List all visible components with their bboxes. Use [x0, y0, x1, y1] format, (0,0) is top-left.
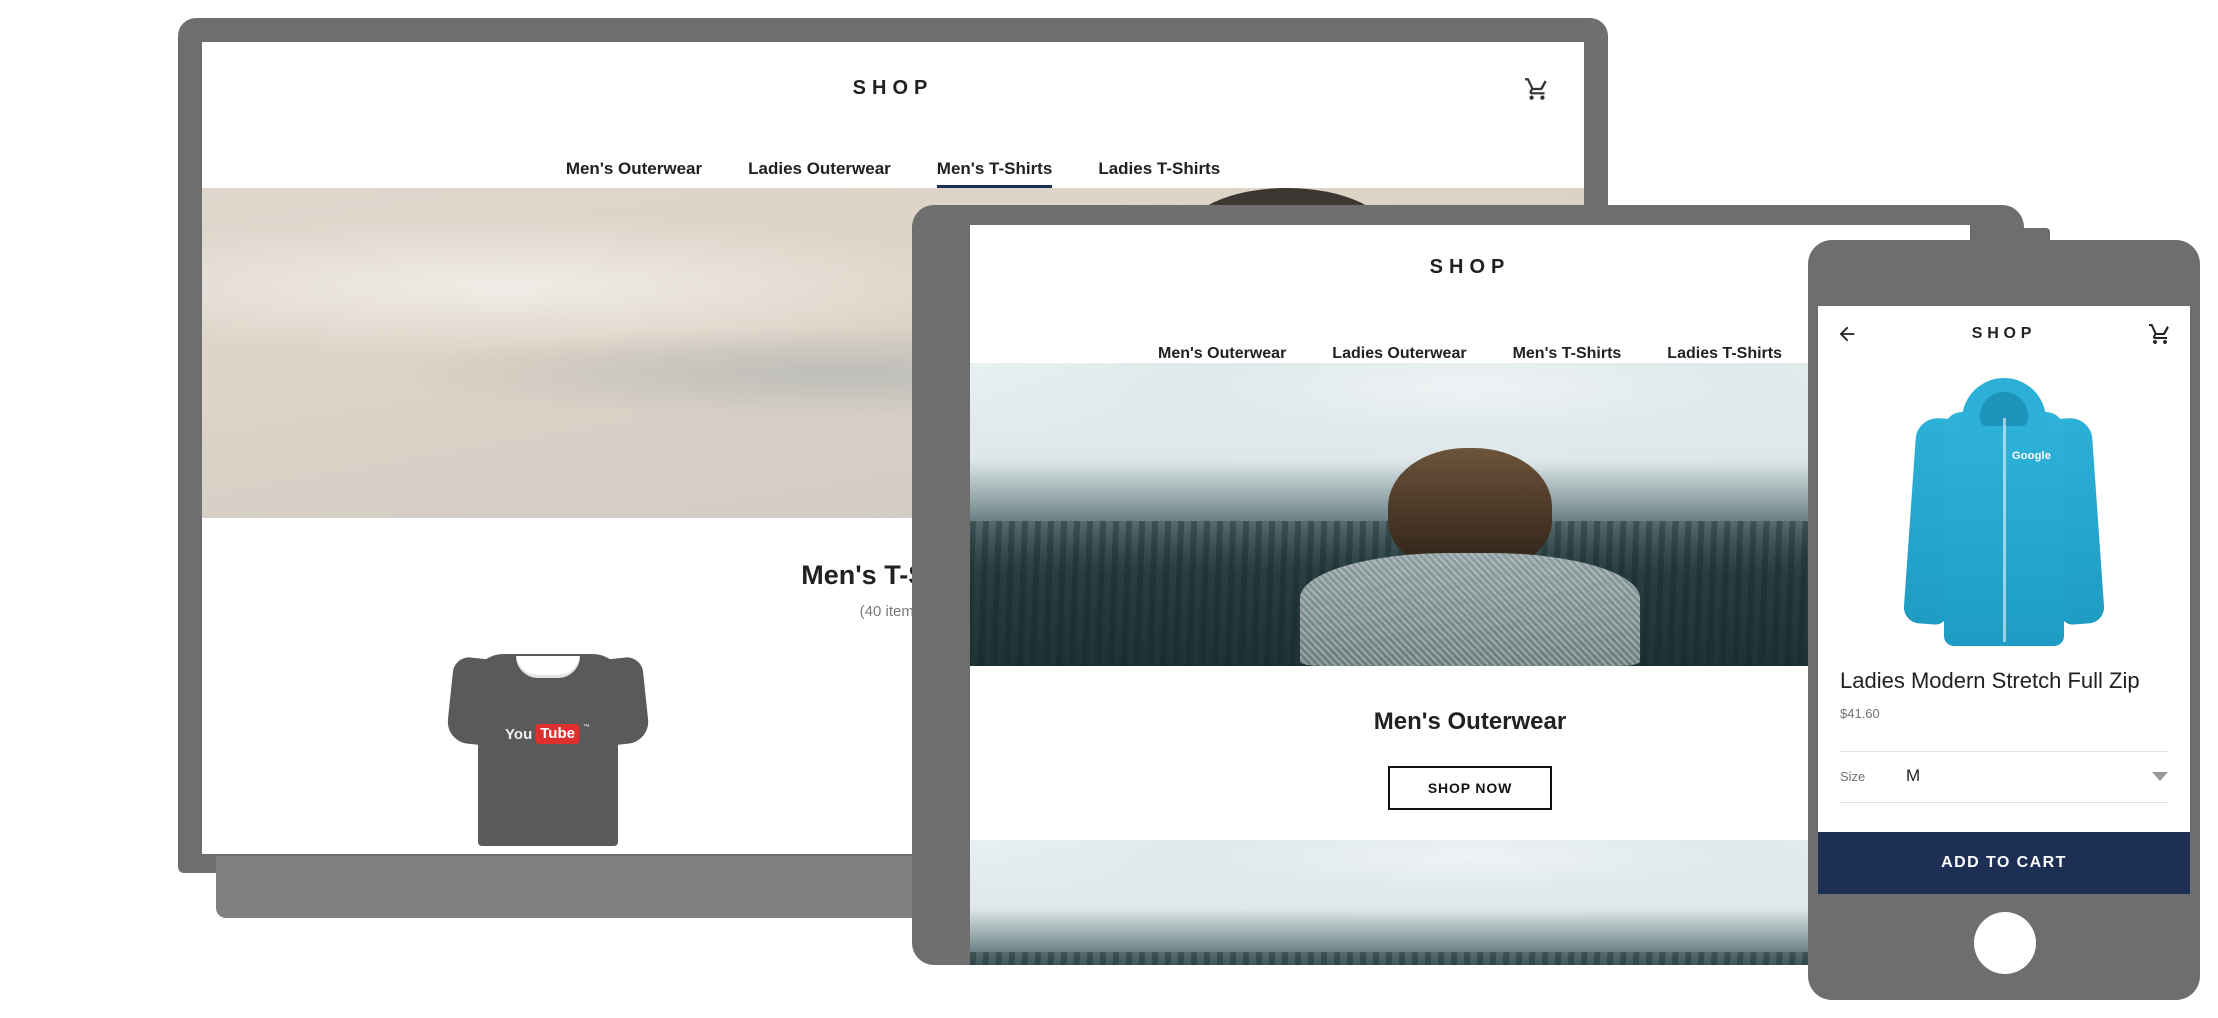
size-value: M	[1906, 766, 1921, 785]
phone-home-button[interactable]	[1974, 912, 2036, 974]
nav-tab-label: Ladies T-Shirts	[1098, 159, 1221, 178]
phone-device: SHOP Google Ladies Modern Stretch Full Z…	[1808, 228, 2200, 1000]
youtube-logo-print: You Tube ™	[505, 724, 590, 744]
nav-tab-mens-outerwear[interactable]: Men's Outerwear	[566, 159, 702, 188]
nav-tab-mens-tshirts[interactable]: Men's T-Shirts	[936, 159, 1053, 188]
hoodie-zipper	[2003, 418, 2006, 642]
nav-tab-label: Ladies T-Shirts	[1667, 345, 1782, 362]
blue-hoodie-illustration: Google	[1902, 378, 2106, 646]
product-price: $41.60	[1840, 706, 1880, 721]
mockup-stage: SHOP Men's Outerwear Ladies Outerwear Me…	[0, 0, 2218, 1018]
hero-figure	[1300, 447, 1640, 666]
nav-tab-mens-outerwear[interactable]: Men's Outerwear	[1158, 345, 1286, 363]
laptop-appbar: SHOP	[202, 42, 1584, 134]
nav-tab-label: Men's T-Shirts	[1512, 345, 1622, 362]
shopping-cart-icon[interactable]	[1524, 76, 1550, 102]
product-name: Ladies Modern Stretch Full Zip	[1840, 668, 2140, 693]
nav-tab-ladies-outerwear[interactable]: Ladies Outerwear	[1332, 345, 1466, 363]
phone-appbar: SHOP	[1818, 306, 2190, 362]
nav-tab-label: Ladies Outerwear	[748, 159, 891, 178]
phone-brand-title: SHOP	[1971, 325, 2037, 342]
hero-figure-hair	[1388, 447, 1552, 570]
nav-tab-mens-tshirts[interactable]: Men's T-Shirts	[1513, 345, 1622, 363]
nav-tab-label: Men's Outerwear	[565, 159, 703, 178]
nav-tab-label: Ladies Outerwear	[1332, 345, 1467, 362]
add-to-cart-button[interactable]: ADD TO CART	[1818, 832, 2190, 894]
nav-tab-ladies-tshirts[interactable]: Ladies T-Shirts	[1667, 345, 1782, 363]
size-label: Size	[1840, 768, 1866, 784]
laptop-brand-title: SHOP	[852, 76, 934, 99]
phone-product-image: Google	[1818, 362, 2190, 662]
phone-screen: SHOP Google Ladies Modern Stretch Full Z…	[1818, 306, 2190, 894]
hoodie-chest-logo: Google	[2012, 450, 2052, 462]
product-card-youtube-tee[interactable]: You Tube ™	[445, 638, 650, 846]
nav-tab-label: Men's T-Shirts	[936, 159, 1053, 178]
chevron-down-icon[interactable]	[2152, 772, 2168, 781]
nav-tab-ladies-outerwear[interactable]: Ladies Outerwear	[748, 159, 891, 188]
shop-now-button[interactable]: SHOP NOW	[1388, 766, 1552, 810]
nav-tab-label: Men's Outerwear	[1158, 345, 1287, 362]
arrow-back-icon[interactable]	[1836, 323, 1858, 345]
shopping-cart-icon[interactable]	[2148, 322, 2172, 346]
size-selector[interactable]: Size M	[1818, 752, 2190, 786]
hero-figure	[1300, 900, 1640, 965]
laptop-category-nav: Men's Outerwear Ladies Outerwear Men's T…	[202, 134, 1584, 188]
divider	[1840, 802, 2168, 803]
nav-tab-ladies-tshirts[interactable]: Ladies T-Shirts	[1098, 159, 1220, 188]
hero-figure-coat	[1300, 552, 1640, 666]
